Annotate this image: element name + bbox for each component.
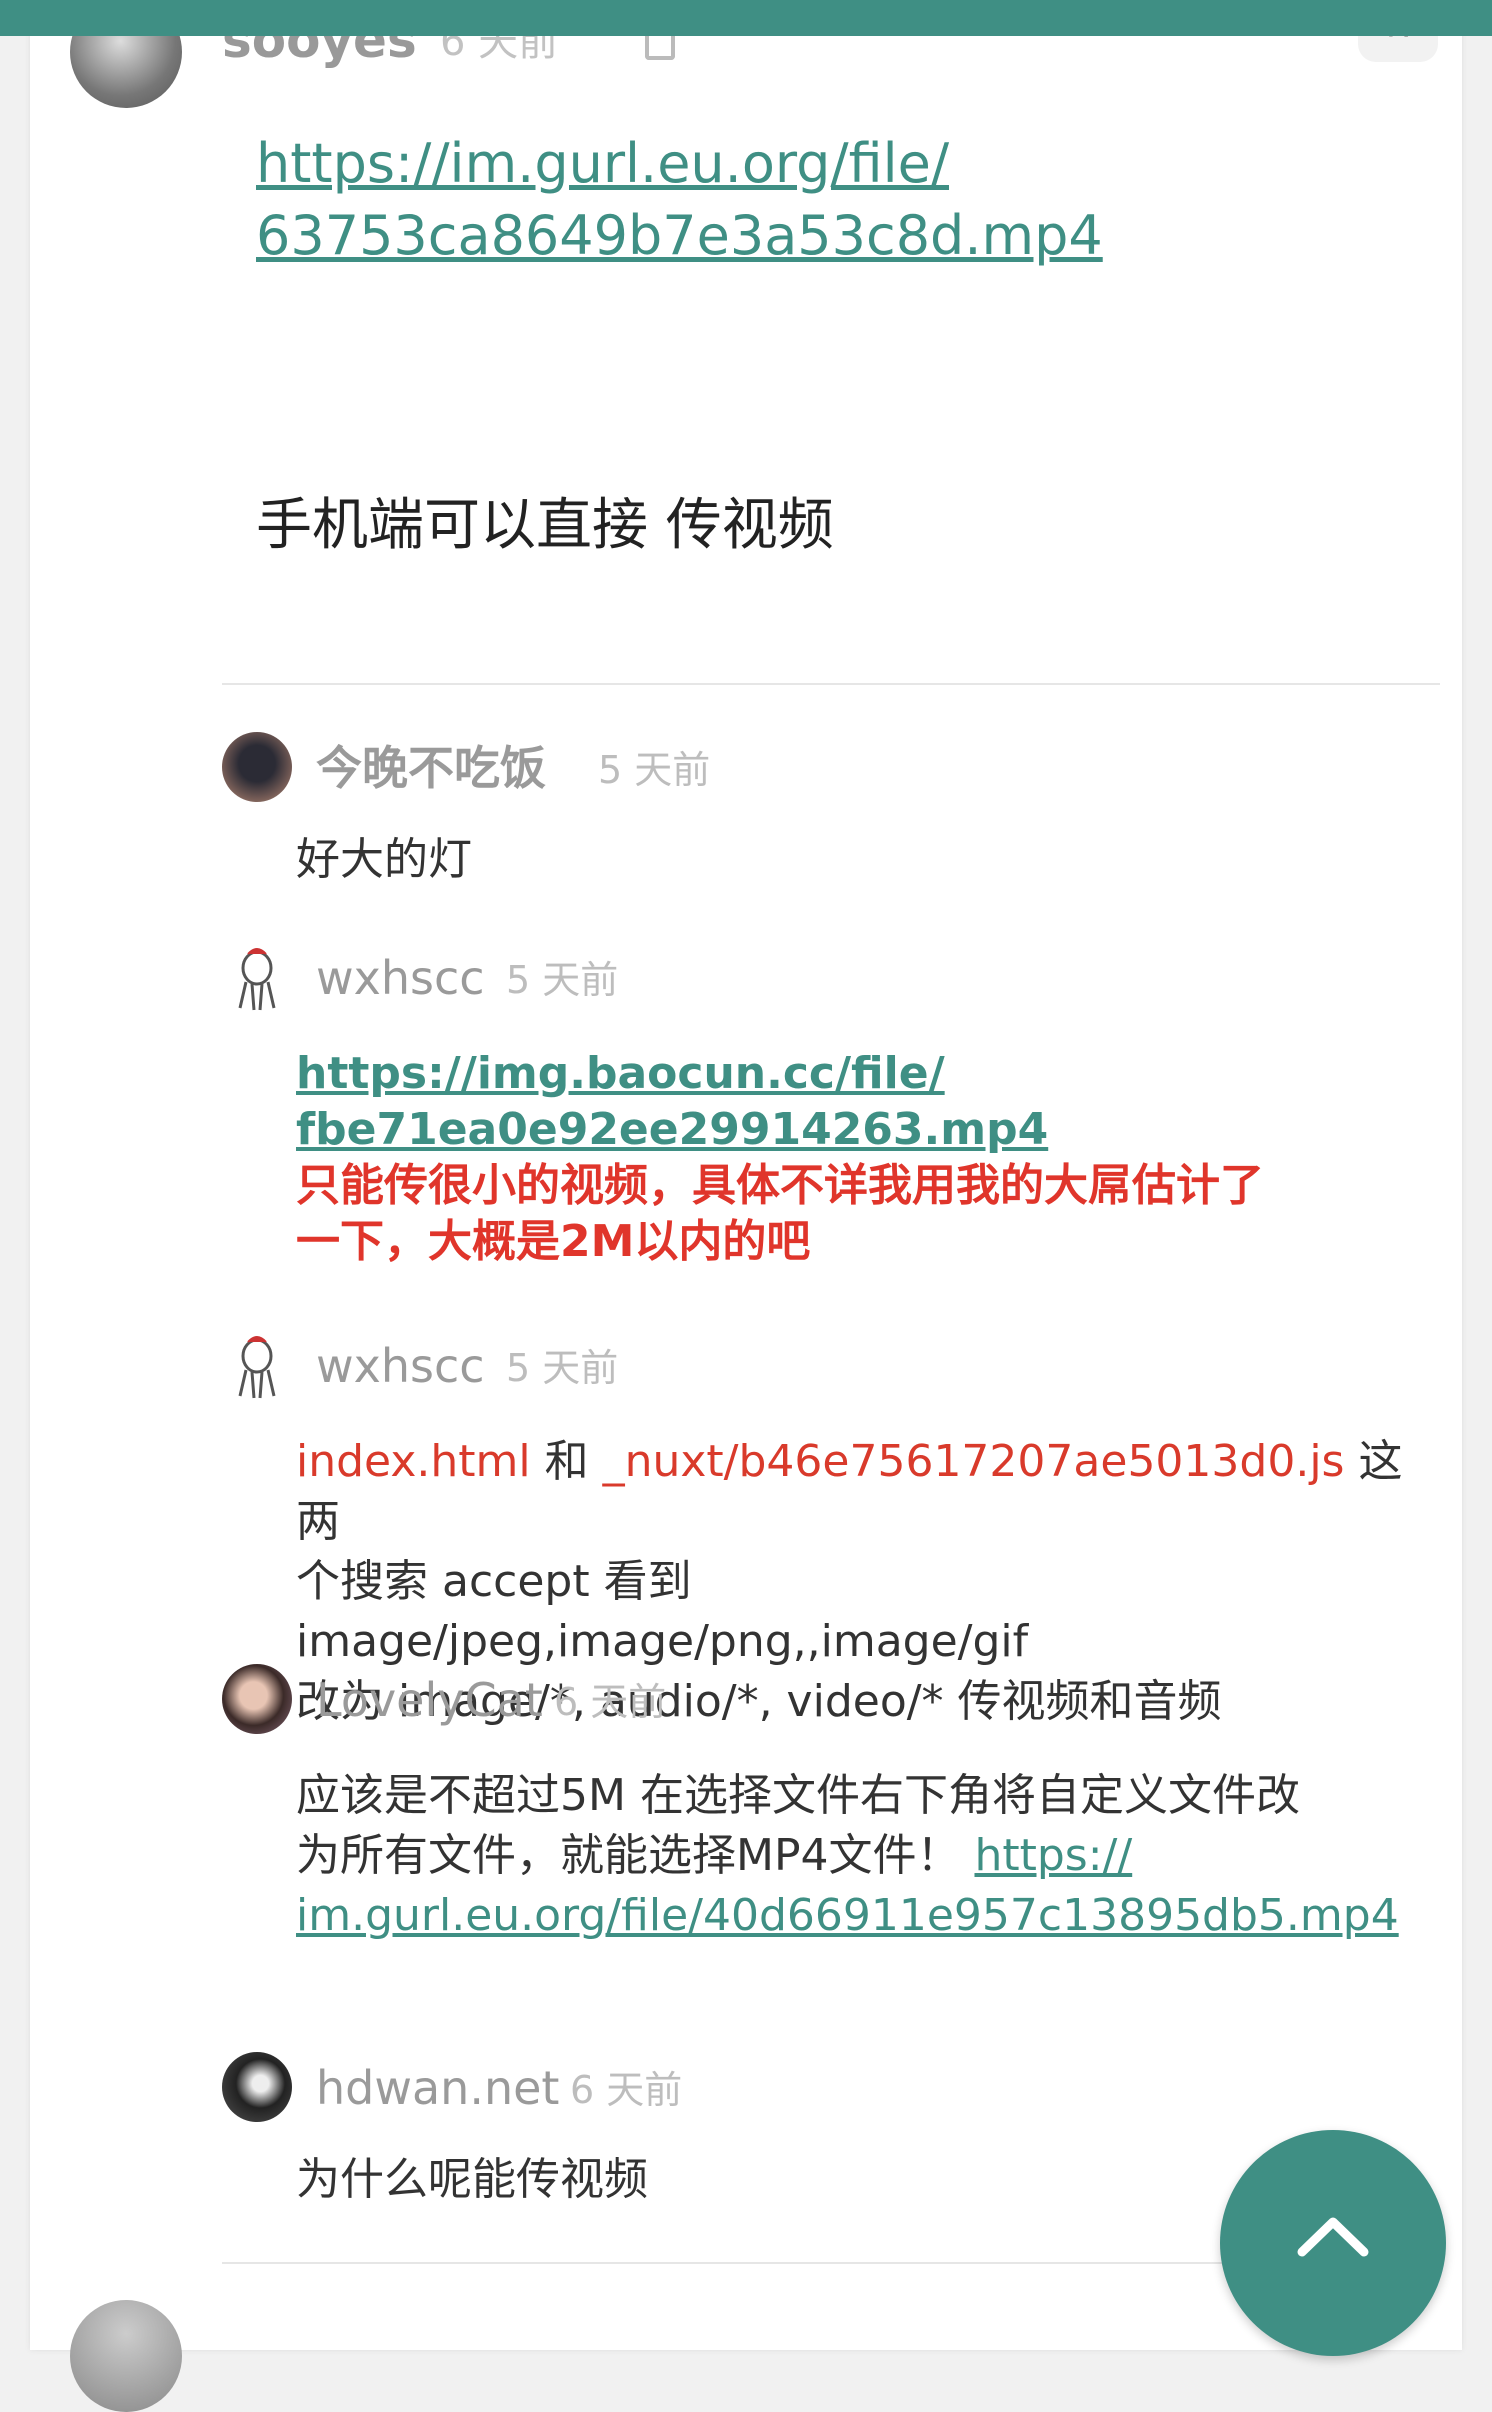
comment-video-link-line1[interactable]: https://img.baocun.cc/file/ [296, 1048, 945, 1099]
chevron-up-icon [1297, 2217, 1369, 2257]
comment-divider [222, 2262, 1222, 2264]
comment-time: 6 天前 [570, 2068, 683, 2112]
post-divider [222, 683, 1440, 685]
comment-text: 应该是不超过5M 在选择文件右下角将自定义文件改 [296, 1770, 1300, 1821]
comment-avatar[interactable] [222, 942, 292, 1012]
comment-body: 好大的灯 [296, 834, 472, 885]
comment-body: 应该是不超过5M 在选择文件右下角将自定义文件改 为所有文件，就能选择MP4文件… [296, 1766, 1416, 1946]
comment-text: 个搜索 accept 看到 image/jpeg,image/png,,imag… [296, 1556, 1029, 1667]
comment-time: 5 天前 [506, 1346, 619, 1390]
comment-red-text-line1: 只能传很小的视频，具体不详我用我的大屌估计了 [296, 1160, 1264, 1211]
post-link-line1[interactable]: https://im.gurl.eu.org/file/ [256, 132, 949, 195]
comment-video-link-line2[interactable]: fbe71ea0e92ee29914263.mp4 [296, 1104, 1048, 1155]
top-status-bar [0, 0, 1492, 36]
comment-text: 和 [530, 1436, 603, 1487]
comment-video-link[interactable]: https:// [974, 1830, 1132, 1881]
comment-avatar[interactable] [222, 2052, 292, 2122]
comment-author[interactable]: LovelyCat [316, 1672, 543, 1728]
comment-avatar[interactable] [222, 732, 292, 802]
comment-author[interactable]: hdwan.net [316, 2060, 559, 2116]
comment-author[interactable]: wxhscc [316, 950, 485, 1006]
comment-red-text-line2: 一下，大概是2M以内的吧 [296, 1216, 811, 1267]
inline-code-index: index.html [296, 1436, 531, 1487]
scroll-to-top-button[interactable] [1220, 2130, 1446, 2356]
cartoon-avatar-icon [238, 1336, 276, 1399]
cartoon-avatar-icon [238, 948, 276, 1011]
comment-time: 6 天前 [554, 1680, 667, 1724]
comment-author[interactable]: 今晚不吃饭 [316, 740, 546, 796]
comment-time: 5 天前 [598, 748, 711, 792]
comment-body: https://img.baocun.cc/file/ fbe71ea0e92e… [296, 1046, 1416, 1270]
comment-text: 为所有文件，就能选择MP4文件！ [296, 1830, 975, 1881]
post-video-link[interactable]: https://im.gurl.eu.org/file/ 63753ca8649… [256, 128, 1156, 272]
comment-avatar[interactable] [222, 1330, 292, 1400]
post-text: 手机端可以直接 传视频 [256, 493, 834, 558]
comment-avatar[interactable] [222, 1664, 292, 1734]
comment-author[interactable]: wxhscc [316, 1338, 485, 1394]
next-post-avatar[interactable] [70, 2300, 182, 2412]
comment-time: 5 天前 [506, 958, 619, 1002]
inline-code-js: _nuxt/b46e75617207ae5013d0.js [602, 1436, 1345, 1487]
comment-video-link[interactable]: im.gurl.eu.org/file/40d66911e957c13895db… [296, 1890, 1399, 1941]
post-link-line2[interactable]: 63753ca8649b7e3a53c8d.mp4 [256, 204, 1103, 267]
